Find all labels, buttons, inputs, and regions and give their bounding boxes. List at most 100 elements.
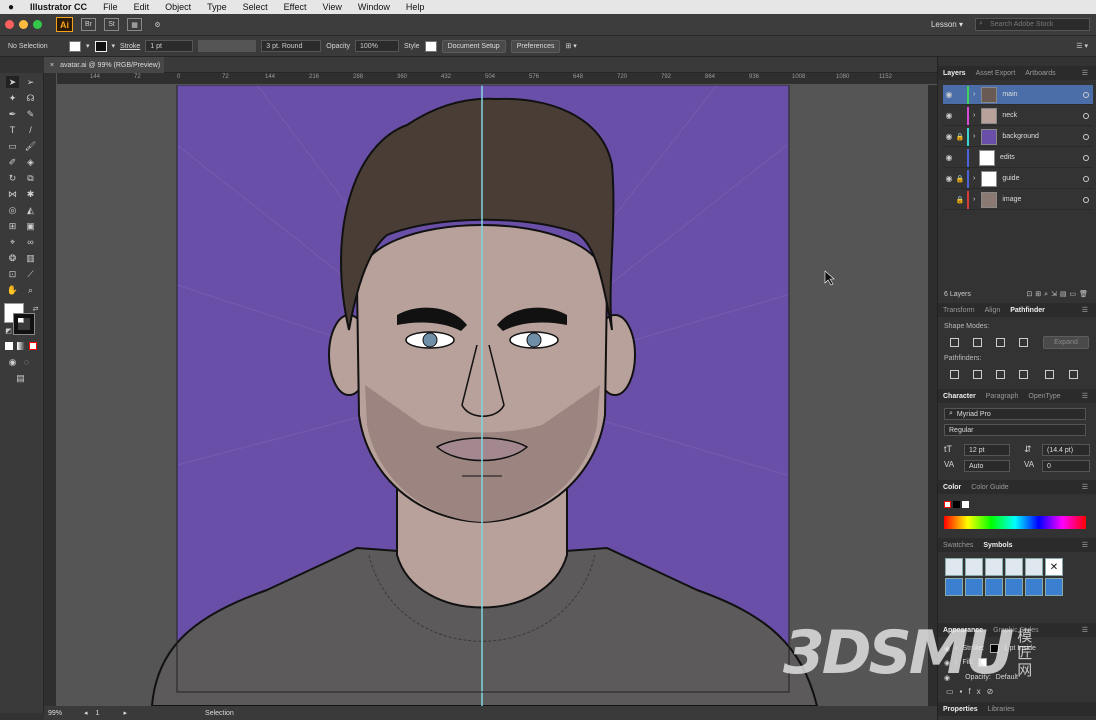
tab-symbols[interactable]: Symbols xyxy=(978,542,1017,549)
draw-behind-icon[interactable]: ◌ xyxy=(20,356,33,368)
lock-icon[interactable]: 🔒 xyxy=(955,175,965,183)
panel-menu-icon[interactable]: ☰ xyxy=(1077,306,1093,314)
menu-edit[interactable]: Edit xyxy=(126,2,158,12)
preferences-button[interactable]: Preferences xyxy=(510,39,561,53)
shape-builder-tool-icon[interactable]: ◎ xyxy=(6,204,19,216)
arrange-documents-icon[interactable]: ▦ xyxy=(127,18,142,31)
apple-menu-icon[interactable]: ● xyxy=(0,2,22,13)
symbol-item[interactable] xyxy=(1045,578,1063,596)
black-color-swatch[interactable] xyxy=(953,501,960,508)
tab-opentype[interactable]: OpenType xyxy=(1023,393,1065,400)
tab-color-guide[interactable]: Color Guide xyxy=(966,484,1013,491)
lasso-tool-icon[interactable]: ☊ xyxy=(24,92,37,104)
unite-icon[interactable] xyxy=(950,338,959,347)
target-circle-icon[interactable] xyxy=(1083,112,1089,119)
color-spectrum[interactable] xyxy=(944,516,1086,529)
symbol-item[interactable]: ✕ xyxy=(1045,558,1063,576)
magic-wand-tool-icon[interactable]: ✦ xyxy=(6,92,19,104)
workspace-switcher[interactable]: Lesson ▾ xyxy=(931,20,963,29)
visibility-eye-icon[interactable]: ◉ xyxy=(943,153,955,162)
target-circle-icon[interactable] xyxy=(1083,91,1089,98)
target-circle-icon[interactable] xyxy=(1083,196,1089,203)
zoom-window-button[interactable] xyxy=(33,20,42,29)
target-circle-icon[interactable] xyxy=(1083,154,1089,161)
tab-character[interactable]: Character xyxy=(938,393,981,400)
type-tool-icon[interactable]: T xyxy=(6,124,19,136)
rectangle-tool-icon[interactable]: ▭ xyxy=(6,140,19,152)
stock-button[interactable]: St xyxy=(104,18,119,31)
default-fill-stroke-icon[interactable]: ◩ xyxy=(2,325,15,337)
stroke-weight-field[interactable]: 1 pt xyxy=(145,40,194,52)
hand-tool-icon[interactable]: ✋ xyxy=(6,284,19,296)
tab-layers[interactable]: Layers xyxy=(938,70,971,77)
fill-swatch[interactable] xyxy=(69,40,81,52)
tab-properties[interactable]: Properties xyxy=(938,706,983,713)
menu-view[interactable]: View xyxy=(315,2,350,12)
expand-chevron-icon[interactable]: › xyxy=(973,175,975,182)
symbol-sprayer-tool-icon[interactable]: ❂ xyxy=(6,252,19,264)
symbol-item[interactable] xyxy=(965,578,983,596)
layer-name[interactable]: background xyxy=(1002,133,1039,140)
minus-back-icon[interactable] xyxy=(1069,370,1078,379)
eraser-tool-icon[interactable]: ◈ xyxy=(24,156,37,168)
menu-file[interactable]: File xyxy=(95,2,126,12)
symbol-item[interactable] xyxy=(1005,578,1023,596)
search-stock-input[interactable]: ⌕ Search Adobe Stock xyxy=(975,18,1090,31)
layer-actions-icon[interactable]: ⊡⊞⌕⇲▤▭🗑 xyxy=(1026,290,1091,299)
artboard-number[interactable]: 1 xyxy=(96,710,116,717)
font-style-select[interactable]: Regular xyxy=(944,424,1086,436)
trim-icon[interactable] xyxy=(973,370,982,379)
panel-menu-icon[interactable]: ☰ xyxy=(1077,483,1093,491)
chevron-down-icon[interactable]: ▾ xyxy=(86,42,90,50)
menu-select[interactable]: Select xyxy=(235,2,276,12)
lock-icon[interactable]: 🔒 xyxy=(955,196,965,204)
direct-selection-tool-icon[interactable]: ➢ xyxy=(24,76,37,88)
vertical-scrollbar[interactable] xyxy=(928,85,937,706)
expand-chevron-icon[interactable]: › xyxy=(973,112,975,119)
intersect-icon[interactable] xyxy=(996,338,1005,347)
swap-fill-stroke-icon[interactable]: ⇄ xyxy=(29,303,42,315)
width-tool-icon[interactable]: ⋈ xyxy=(6,188,19,200)
tab-asset-export[interactable]: Asset Export xyxy=(971,70,1021,77)
exclude-icon[interactable] xyxy=(1019,338,1028,347)
layer-row-guide[interactable]: ◉ 🔒 › guide xyxy=(943,169,1093,189)
zoom-tool-icon[interactable]: ⌕ xyxy=(24,284,37,296)
layer-name[interactable]: main xyxy=(1002,91,1017,98)
stroke-swatch[interactable] xyxy=(94,40,107,52)
graphic-style-swatch[interactable] xyxy=(424,40,437,52)
panel-menu-icon[interactable]: ☰ xyxy=(1077,392,1093,400)
scale-tool-icon[interactable]: ⧉ xyxy=(24,172,37,184)
menu-window[interactable]: Window xyxy=(350,2,398,12)
visibility-eye-icon[interactable]: ◉ xyxy=(943,174,955,183)
paintbrush-tool-icon[interactable]: 🖌 xyxy=(24,140,37,152)
tab-artboards[interactable]: Artboards xyxy=(1020,70,1060,77)
opacity-field[interactable]: 100% xyxy=(355,40,399,52)
menu-help[interactable]: Help xyxy=(398,2,433,12)
column-graph-tool-icon[interactable]: ▥ xyxy=(24,252,37,264)
symbol-item[interactable] xyxy=(985,578,1003,596)
tab-align[interactable]: Align xyxy=(980,307,1006,314)
tab-paragraph[interactable]: Paragraph xyxy=(981,393,1024,400)
document-setup-button[interactable]: Document Setup xyxy=(441,39,506,53)
perspective-grid-tool-icon[interactable]: ◭ xyxy=(24,204,37,216)
white-color-swatch[interactable] xyxy=(962,501,969,508)
close-tab-icon[interactable]: × xyxy=(50,62,54,69)
font-family-select[interactable]: ⌕ Myriad Pro xyxy=(944,408,1086,420)
gpu-performance-icon[interactable]: ⚙ xyxy=(150,18,165,31)
visibility-eye-icon[interactable]: ◉ xyxy=(943,111,955,120)
minus-front-icon[interactable] xyxy=(973,338,982,347)
document-tab[interactable]: × avatar.ai @ 99% (RGB/Preview) xyxy=(44,57,164,73)
layer-row-background[interactable]: ◉ 🔒 › background xyxy=(943,127,1093,147)
blend-tool-icon[interactable]: ∞ xyxy=(24,236,37,248)
previous-artboard-icon[interactable]: ◂ xyxy=(84,709,88,717)
arrange-icon[interactable]: ⊞ ▾ xyxy=(565,42,576,50)
symbol-item[interactable] xyxy=(945,558,963,576)
layer-name[interactable]: image xyxy=(1002,196,1021,203)
screen-mode-icon[interactable]: ▤ xyxy=(14,372,27,384)
mesh-tool-icon[interactable]: ⊞ xyxy=(6,220,19,232)
tab-libraries[interactable]: Libraries xyxy=(983,706,1020,713)
crop-icon[interactable] xyxy=(1019,370,1028,379)
outline-icon[interactable] xyxy=(1045,370,1054,379)
symbol-item[interactable] xyxy=(985,558,1003,576)
panel-menu-icon[interactable]: ☰ ▾ xyxy=(1076,42,1088,50)
